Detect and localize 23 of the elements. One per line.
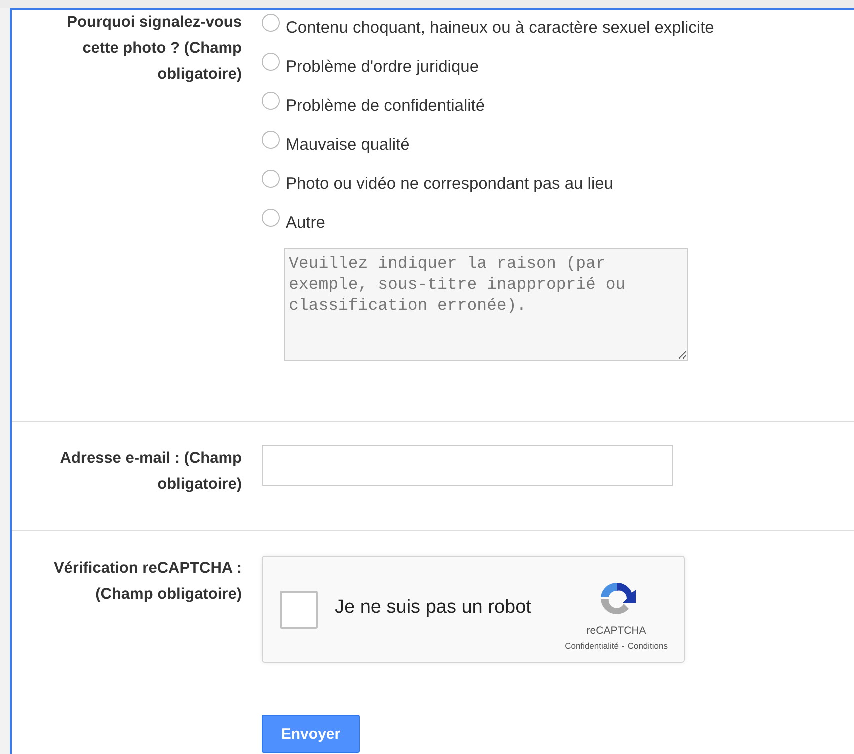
field-label: Pourquoi signalez-vous cette photo ? (Champ obligatoire) <box>66 13 242 85</box>
radio-button[interactable] <box>262 208 280 226</box>
recaptcha-brand: reCAPTCHA <box>586 624 646 636</box>
radio-option[interactable]: Problème d'ordre juridique <box>262 49 842 88</box>
email-input[interactable] <box>262 445 673 486</box>
radio-option[interactable]: Problème de confidentialité <box>262 88 842 127</box>
link-separator: - <box>622 640 625 650</box>
radio-button[interactable] <box>262 130 280 148</box>
captcha-checkbox[interactable] <box>280 590 318 628</box>
radio-option[interactable]: Photo ou vidéo ne correspondant pas au lieu <box>262 166 842 205</box>
reason-textarea[interactable]: Veuillez indiquer la raison (par exemple, sous-titre inapproprié ou classification erronée). <box>284 248 688 361</box>
terms-link[interactable]: Conditions <box>628 640 668 650</box>
captcha-label: Je ne suis pas un robot <box>335 596 532 618</box>
radio-button[interactable] <box>262 170 280 188</box>
radio-button[interactable] <box>262 14 280 32</box>
privacy-link[interactable]: Confidentialité <box>565 640 619 650</box>
radio-button[interactable] <box>262 92 280 110</box>
radio-option[interactable]: Autre <box>262 205 842 244</box>
radio-option[interactable]: Contenu choquant, haineux ou à caractère sexuel explicite <box>262 10 842 49</box>
field-label: Adresse e-mail : (Champ obligatoire) <box>59 449 242 495</box>
field-label: Vérification reCAPTCHA : (Champ obligatoire) <box>52 559 242 605</box>
radio-button[interactable] <box>262 52 280 70</box>
radio-option[interactable]: Mauvaise qualité <box>262 127 842 166</box>
